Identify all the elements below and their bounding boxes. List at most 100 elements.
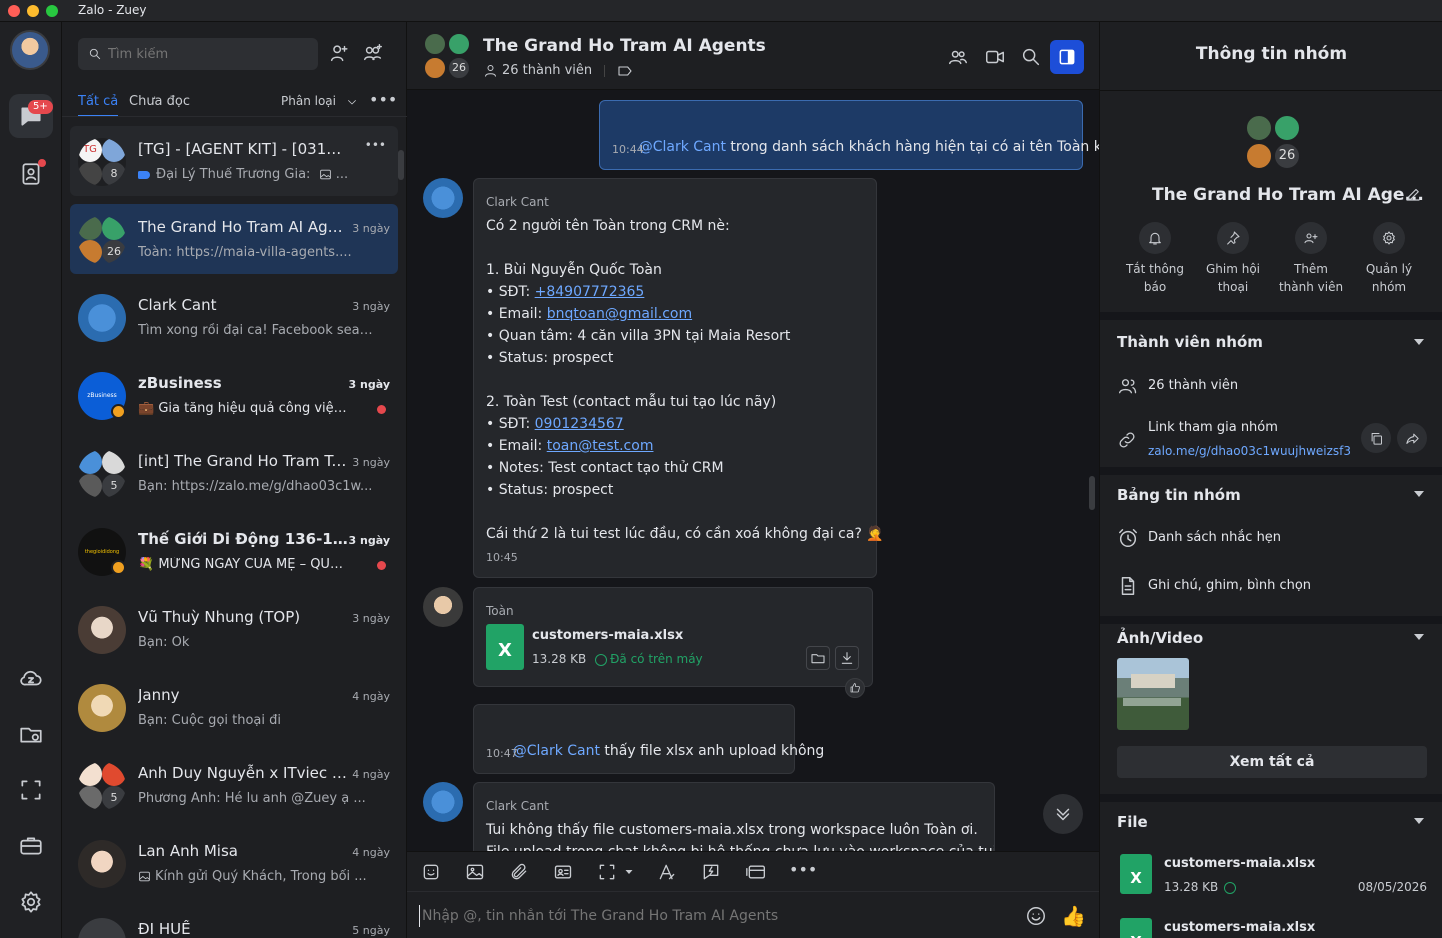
view-all-media-button[interactable]: Xem tất cả — [1117, 746, 1427, 778]
create-group-button[interactable] — [362, 42, 384, 64]
user-avatar[interactable] — [10, 30, 50, 70]
format-text-button[interactable] — [657, 862, 677, 882]
conversation-item[interactable]: 5 Anh Duy Nguyễn x ITviec - ... 4 ngày P… — [70, 750, 398, 820]
zoom-window-button[interactable] — [46, 5, 58, 17]
search-box[interactable] — [78, 38, 318, 70]
close-window-button[interactable] — [8, 5, 20, 17]
file-item[interactable]: X customers-maia.xlsx 13.28 KB 08/05/202… — [1100, 852, 1442, 896]
media-thumbnail[interactable] — [1117, 658, 1189, 730]
conversation-item[interactable]: thegioididong Thế Giới Di Động 136-138-.… — [70, 516, 398, 586]
chat-scrollbar[interactable] — [1089, 476, 1095, 510]
tab-unread[interactable]: Chưa đọc — [129, 94, 190, 109]
file-section-title[interactable]: File — [1117, 813, 1148, 831]
settings-tab[interactable] — [9, 880, 53, 924]
download-button[interactable] — [835, 646, 859, 670]
conversation-item[interactable]: ĐI HUẾ 5 ngày — [70, 906, 398, 938]
chat-title[interactable]: The Grand Ho Tram AI Agents — [483, 36, 766, 56]
conversation-item[interactable]: TG 8 [TG] - [AGENT KIT] - [03193... ••• … — [70, 126, 398, 196]
file-name[interactable]: customers-maia.xlsx — [532, 628, 683, 643]
attach-file-button[interactable] — [509, 862, 529, 882]
media-section-title[interactable]: Ảnh/Video — [1117, 629, 1203, 647]
sender-avatar[interactable] — [423, 178, 463, 218]
toggle-info-panel-button[interactable] — [1050, 40, 1084, 74]
message-text: @Clark Cant thấy file xlsx anh upload kh… — [512, 743, 825, 759]
quick-like-button[interactable]: 👍 — [1061, 904, 1086, 928]
phone-link[interactable]: +84907772365 — [535, 284, 645, 300]
mute-notifications-button[interactable]: Tắt thông báo — [1120, 222, 1190, 296]
files-tab[interactable] — [9, 712, 53, 756]
message-bubble[interactable]: Clark Cant Có 2 người tên Toàn trong CRM… — [473, 178, 884, 578]
edit-group-name-button[interactable] — [1404, 185, 1422, 203]
add-friend-button[interactable] — [328, 42, 350, 64]
tab-all[interactable]: Tất cả — [78, 94, 119, 117]
manage-group-button[interactable]: Quản lý nhóm — [1354, 222, 1424, 296]
cloud-tab[interactable] — [9, 656, 53, 700]
payment-button[interactable] — [745, 862, 767, 882]
list-scrollbar[interactable] — [398, 150, 404, 180]
emoji-button[interactable] — [1025, 905, 1047, 927]
more-tools-button[interactable]: ••• — [789, 860, 817, 879]
file-message[interactable]: Toàn X customers-maia.xlsx 13.28 KB Đã c… — [473, 587, 873, 687]
search-input[interactable] — [108, 44, 308, 64]
add-member-button[interactable]: Thêm thành viên — [1276, 222, 1346, 296]
sender-avatar[interactable] — [423, 782, 463, 822]
sender-avatar[interactable] — [423, 587, 463, 627]
file-item[interactable]: X customers-maia.xlsx — [1100, 916, 1442, 938]
classify-dropdown[interactable]: Phân loại — [281, 94, 358, 108]
join-link-url[interactable]: zalo.me/g/dhao03c1wuujhweizsf3 — [1148, 444, 1351, 458]
conversation-item[interactable]: Janny 4 ngày Bạn: Cuộc gọi thoại đi — [70, 672, 398, 742]
conversation-item[interactable]: 5 [int] The Grand Ho Tram Tra... 3 ngày … — [70, 438, 398, 508]
screenshot-button[interactable] — [597, 862, 635, 882]
phone-link[interactable]: 0901234567 — [535, 416, 624, 432]
minimize-window-button[interactable] — [27, 5, 39, 17]
group-avatar-large[interactable]: 26 — [1245, 114, 1301, 170]
conversation-item[interactable]: Vũ Thuỳ Nhung (TOP) 3 ngày Bạn: Ok — [70, 594, 398, 664]
video-call-button[interactable] — [984, 46, 1006, 68]
message-bubble[interactable]: @Clark Cant thấy file xlsx anh upload kh… — [473, 704, 824, 774]
react-button[interactable] — [845, 678, 865, 698]
message-bubble[interactable]: Clark Cant Tui không thấy file customers… — [473, 782, 995, 851]
contacts-tab[interactable] — [9, 152, 53, 196]
message-bubble-mine[interactable]: @Clark Cant trong danh sách khách hàng h… — [599, 100, 1117, 170]
group-avatar[interactable]: 26 — [421, 30, 473, 82]
pin-conversation-button[interactable]: Ghim hội thoại — [1198, 222, 1268, 296]
chat-members[interactable]: 26 thành viên — [483, 63, 633, 78]
image-button[interactable] — [465, 862, 485, 882]
conversation-item[interactable]: Lan Anh Misa 4 ngày Kính gửi Quý Khách, … — [70, 828, 398, 898]
chat-panel: 26 The Grand Ho Tram AI Agents 26 thành … — [407, 22, 1117, 938]
conversation-item[interactable]: zBusiness zBusiness 3 ngày 💼 Gia tăng hi… — [70, 360, 398, 430]
board-section-title[interactable]: Bảng tin nhóm — [1117, 486, 1241, 504]
message-input[interactable] — [419, 905, 1009, 927]
screenshot-tab[interactable] — [9, 768, 53, 812]
chevron-down-icon[interactable] — [1414, 339, 1424, 345]
chevron-down-icon[interactable] — [1414, 491, 1424, 497]
conversation-preview: Phương Anh: Hé lu anh @Zuey ạ ... — [138, 791, 366, 806]
notes-row[interactable]: Ghi chú, ghim, bình chọn — [1100, 572, 1442, 602]
scroll-to-bottom-button[interactable] — [1043, 794, 1083, 834]
mention[interactable]: @Clark Cant — [513, 743, 600, 759]
chevron-down-icon[interactable] — [1414, 818, 1424, 824]
copy-link-button[interactable] — [1361, 423, 1391, 453]
conversation-more-button[interactable]: ••• — [365, 138, 386, 152]
mention[interactable]: @Clark Cant — [639, 139, 726, 155]
email-link[interactable]: toan@test.com — [547, 438, 654, 454]
open-folder-button[interactable] — [806, 646, 830, 670]
email-link[interactable]: bnqtoan@gmail.com — [547, 306, 692, 322]
tag-icon[interactable] — [617, 64, 633, 78]
more-options-button[interactable]: ••• — [369, 90, 397, 109]
chat-tab[interactable]: 5+ — [9, 94, 53, 138]
chevron-down-icon[interactable] — [1414, 634, 1424, 640]
quick-message-button[interactable] — [701, 862, 721, 882]
members-section-title[interactable]: Thành viên nhóm — [1117, 333, 1263, 351]
sticker-button[interactable] — [421, 862, 441, 882]
search-chat-button[interactable] — [1020, 46, 1042, 68]
share-link-button[interactable] — [1397, 423, 1427, 453]
member-count-row[interactable]: 26 thành viên — [1100, 372, 1442, 402]
conversation-item-active[interactable]: 26 The Grand Ho Tram AI Age... 3 ngày To… — [70, 204, 398, 274]
add-member-button[interactable] — [947, 46, 969, 68]
toolbox-tab[interactable] — [9, 824, 53, 868]
join-link-row[interactable]: Link tham gia nhóm zalo.me/g/dhao03c1wuu… — [1100, 416, 1442, 464]
contact-card-button[interactable] — [553, 862, 573, 882]
reminders-row[interactable]: Danh sách nhắc hẹn — [1100, 524, 1442, 554]
conversation-item[interactable]: Clark Cant 3 ngày Tìm xong rồi đại ca! F… — [70, 282, 398, 352]
